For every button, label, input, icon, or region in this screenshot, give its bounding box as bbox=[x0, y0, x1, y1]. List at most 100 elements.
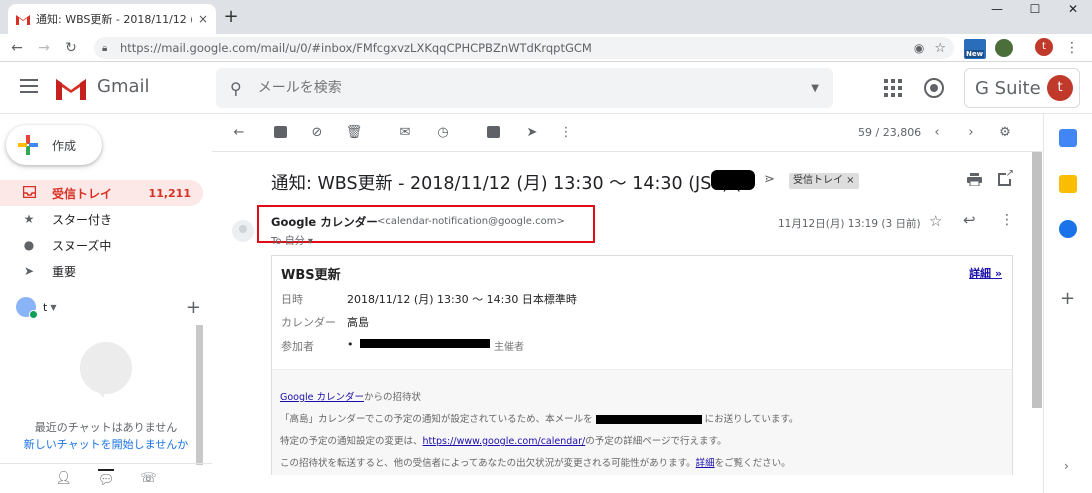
label-icon[interactable]: ➤ bbox=[523, 124, 541, 142]
label-important-icon: ➤ bbox=[23, 264, 35, 278]
search-input[interactable] bbox=[257, 80, 812, 96]
compose-button[interactable]: 作成 bbox=[6, 125, 102, 165]
forward-icon[interactable]: → bbox=[35, 39, 53, 57]
move-to-icon[interactable] bbox=[487, 126, 500, 138]
google-calendar-link[interactable]: Google カレンダー bbox=[280, 392, 364, 403]
report-spam-icon[interactable]: ⊘ bbox=[308, 124, 326, 142]
get-addons-plus-icon[interactable]: + bbox=[1060, 288, 1075, 309]
sidebar-scrollbar[interactable] bbox=[196, 325, 203, 465]
event-details-link[interactable]: 詳細 » bbox=[969, 265, 1002, 281]
sidebar-item-starred[interactable]: ★ スター付き bbox=[0, 206, 203, 232]
star-icon[interactable]: ☆ bbox=[929, 212, 942, 230]
unread-count: 11,211 bbox=[148, 186, 191, 200]
tab-close-icon[interactable]: × bbox=[198, 12, 208, 26]
recipient-details[interactable]: To 自分 ▾ bbox=[271, 232, 313, 247]
search-icon[interactable]: ⚲ bbox=[230, 79, 242, 98]
sender-name[interactable]: Google カレンダー bbox=[271, 214, 378, 230]
learn-more-link[interactable]: 詳細 bbox=[696, 458, 715, 469]
message-toolbar: ← ⊘ 🗑︎ ✉ ◷ ➤ ⋮ 59 / 23,806 ‹ › ⚙ bbox=[212, 114, 1042, 152]
calendar-settings-link[interactable]: https://www.google.com/calendar/ bbox=[423, 436, 586, 447]
bookmark-star-icon[interactable]: ☆ bbox=[934, 41, 946, 56]
reload-icon[interactable]: ↻ bbox=[62, 39, 80, 57]
open-new-window-icon[interactable] bbox=[998, 168, 1014, 186]
phone-icon[interactable]: ☏ bbox=[140, 471, 156, 486]
url-text: https://mail.google.com/mail/u/0/#inbox/… bbox=[120, 41, 592, 55]
chevron-right-icon[interactable]: › bbox=[1064, 459, 1069, 473]
notifications-icon[interactable] bbox=[924, 78, 944, 98]
contacts-icon[interactable]: 👤︎ bbox=[55, 471, 72, 486]
sender-email: <calendar-notification@google.com> bbox=[377, 216, 565, 227]
sidebar-item-label: 重要 bbox=[52, 264, 77, 279]
sidebar-item-label: スヌーズ中 bbox=[52, 238, 112, 253]
eye-icon[interactable]: ◉ bbox=[914, 41, 924, 55]
search-box[interactable]: ⚲ ▼ bbox=[216, 68, 833, 108]
back-to-inbox-icon[interactable]: ← bbox=[230, 124, 248, 142]
settings-gear-icon[interactable]: ⚙ bbox=[996, 124, 1014, 142]
chat-empty-text: 最近のチャットはありません bbox=[34, 421, 178, 434]
message-datetime: 11月12日(月) 13:19 (3 日前) bbox=[778, 218, 921, 230]
extension-globe-icon[interactable] bbox=[995, 39, 1013, 57]
browser-tab-strip: 通知: WBS更新 - 2018/11/12 (月) × + — ☐ ✕ bbox=[0, 0, 1092, 34]
gmail-favicon-icon bbox=[16, 14, 30, 25]
delete-icon[interactable]: 🗑︎ bbox=[345, 124, 363, 142]
star-icon: ★ bbox=[23, 212, 35, 226]
browser-tab[interactable]: 通知: WBS更新 - 2018/11/12 (月) × bbox=[8, 4, 216, 34]
chevron-down-icon[interactable]: ▼ bbox=[50, 303, 186, 312]
chevron-left-icon[interactable]: ‹ bbox=[928, 124, 946, 142]
window-controls: — ☐ ✕ bbox=[978, 0, 1092, 18]
more-options-icon[interactable]: ⋮ bbox=[1000, 212, 1014, 228]
start-chat-link[interactable]: 新しいチャットを開始しませんか bbox=[24, 438, 189, 451]
print-icon[interactable] bbox=[967, 173, 982, 187]
account-switcher[interactable]: G Suite t bbox=[964, 68, 1080, 108]
importance-marker-icon[interactable]: ⋗ bbox=[764, 172, 775, 187]
lock-icon: 🔒︎ bbox=[102, 42, 108, 54]
sidebar-nav: 受信トレイ 11,211 ★ スター付き ● スヌーズ中 ➤ 重要 bbox=[0, 180, 205, 284]
search-options-icon[interactable]: ▼ bbox=[811, 83, 819, 94]
new-tab-button[interactable]: + bbox=[220, 6, 242, 28]
close-window-button[interactable]: ✕ bbox=[1054, 0, 1092, 18]
hangouts-user[interactable]: t ▼ + bbox=[16, 296, 201, 319]
calendar-addon-icon[interactable] bbox=[1059, 129, 1077, 147]
inbox-label-chip[interactable]: 受信トレイ × bbox=[789, 173, 859, 189]
minimize-button[interactable]: — bbox=[978, 0, 1016, 18]
gmail-logo-icon[interactable] bbox=[54, 76, 88, 100]
snooze-icon[interactable]: ◷ bbox=[434, 124, 452, 142]
event-row-label: 日時 bbox=[281, 293, 303, 306]
event-summary: WBS更新 詳細 » 日時 2018/11/12 (月) 13:30 〜 14:… bbox=[272, 256, 1012, 369]
tasks-addon-icon[interactable] bbox=[1059, 220, 1077, 238]
pagination-text: 59 / 23,806 bbox=[858, 126, 922, 139]
extension-badge: New bbox=[965, 50, 985, 58]
message-scrollbar[interactable] bbox=[1032, 152, 1042, 408]
archive-icon[interactable] bbox=[274, 126, 287, 138]
sidebar-item-important[interactable]: ➤ 重要 bbox=[0, 258, 203, 284]
invite-footer: Google カレンダーからの招待状 「高島」カレンダーでこの予定の通知が設定さ… bbox=[272, 369, 1012, 475]
apps-grid-icon[interactable] bbox=[884, 79, 902, 97]
compose-label: 作成 bbox=[52, 138, 77, 153]
redaction-attendee bbox=[360, 339, 490, 348]
sidebar-item-label: 受信トレイ bbox=[52, 186, 113, 201]
sidebar-item-inbox[interactable]: 受信トレイ 11,211 bbox=[0, 180, 203, 206]
maximize-button[interactable]: ☐ bbox=[1016, 0, 1054, 18]
event-row-label: カレンダー bbox=[281, 316, 336, 329]
mark-unread-icon[interactable]: ✉ bbox=[396, 124, 414, 142]
sidebar-item-snoozed[interactable]: ● スヌーズ中 bbox=[0, 232, 203, 258]
event-title: WBS更新 bbox=[281, 268, 341, 283]
address-bar[interactable]: 🔒︎ https://mail.google.com/mail/u/0/#inb… bbox=[94, 37, 954, 59]
chevron-right-icon[interactable]: › bbox=[962, 124, 980, 142]
calendar-invite-card: WBS更新 詳細 » 日時 2018/11/12 (月) 13:30 〜 14:… bbox=[271, 255, 1013, 475]
keep-addon-icon[interactable] bbox=[1059, 175, 1077, 193]
message-subject: 通知: WBS更新 - 2018/11/12 (月) 13:30 〜 14:30… bbox=[271, 174, 742, 194]
redaction-subject bbox=[711, 170, 755, 190]
chrome-menu-icon[interactable]: ⋮ bbox=[1063, 39, 1081, 57]
chrome-profile-avatar[interactable]: t bbox=[1035, 38, 1053, 56]
extension-new-icon[interactable]: New bbox=[964, 39, 986, 59]
new-chat-plus-icon[interactable]: + bbox=[186, 297, 201, 318]
main-menu-icon[interactable] bbox=[20, 79, 38, 93]
inbox-icon bbox=[22, 185, 36, 200]
more-actions-icon[interactable]: ⋮ bbox=[557, 124, 575, 142]
hangouts-icon[interactable]: 💬︎ bbox=[97, 469, 115, 488]
footer-text: この招待状を転送すると、他の受信者によってあなたの出欠状況が変更される可能性があ… bbox=[280, 458, 696, 469]
account-avatar[interactable]: t bbox=[1047, 75, 1073, 101]
back-icon[interactable]: ← bbox=[8, 39, 26, 57]
reply-icon[interactable]: ↩ bbox=[963, 211, 976, 229]
